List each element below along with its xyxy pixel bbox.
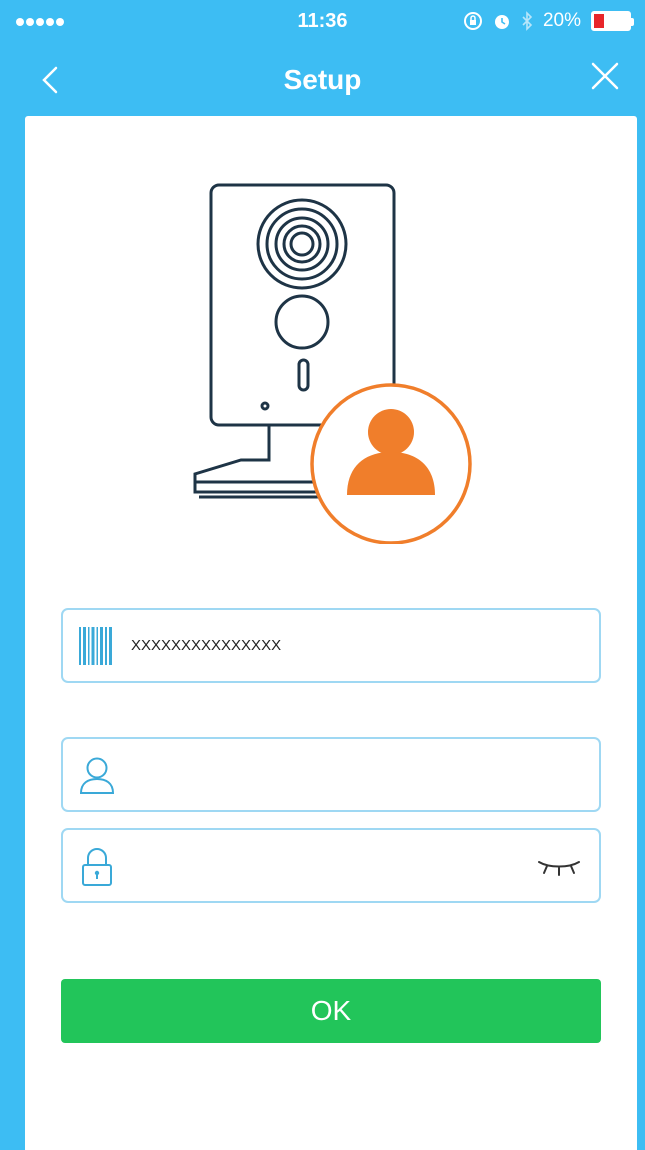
- username-field[interactable]: [61, 737, 601, 812]
- username-input[interactable]: [131, 754, 599, 795]
- barcode-icon: [79, 626, 112, 665]
- lock-icon: [82, 847, 112, 886]
- alarm-icon: [494, 15, 509, 29]
- password-field[interactable]: [61, 828, 601, 903]
- serial-number-value: XXXXXXXXXXXXXXX: [131, 637, 282, 654]
- camera-illustration: [193, 183, 472, 544]
- battery-percent: 20%: [542, 10, 581, 31]
- page-title: Setup: [283, 64, 362, 95]
- close-icon[interactable]: [587, 58, 623, 94]
- serial-number-field[interactable]: XXXXXXXXXXXXXXX: [61, 608, 601, 683]
- battery-icon: [591, 11, 634, 31]
- user-avatar-icon: [310, 383, 472, 544]
- password-input[interactable]: [131, 845, 533, 886]
- setup-card: XXXXXXXXXXXXXXX OK: [25, 116, 637, 1150]
- status-right-group: 20%: [463, 10, 634, 32]
- ok-button[interactable]: OK: [61, 979, 601, 1043]
- bluetooth-icon: [522, 11, 533, 31]
- user-icon: [79, 757, 115, 794]
- orientation-lock-icon: [463, 12, 482, 30]
- navigation-bar: Setup: [0, 44, 645, 114]
- status-bar: 11:36 20%: [0, 0, 645, 44]
- eye-closed-icon[interactable]: [533, 853, 585, 879]
